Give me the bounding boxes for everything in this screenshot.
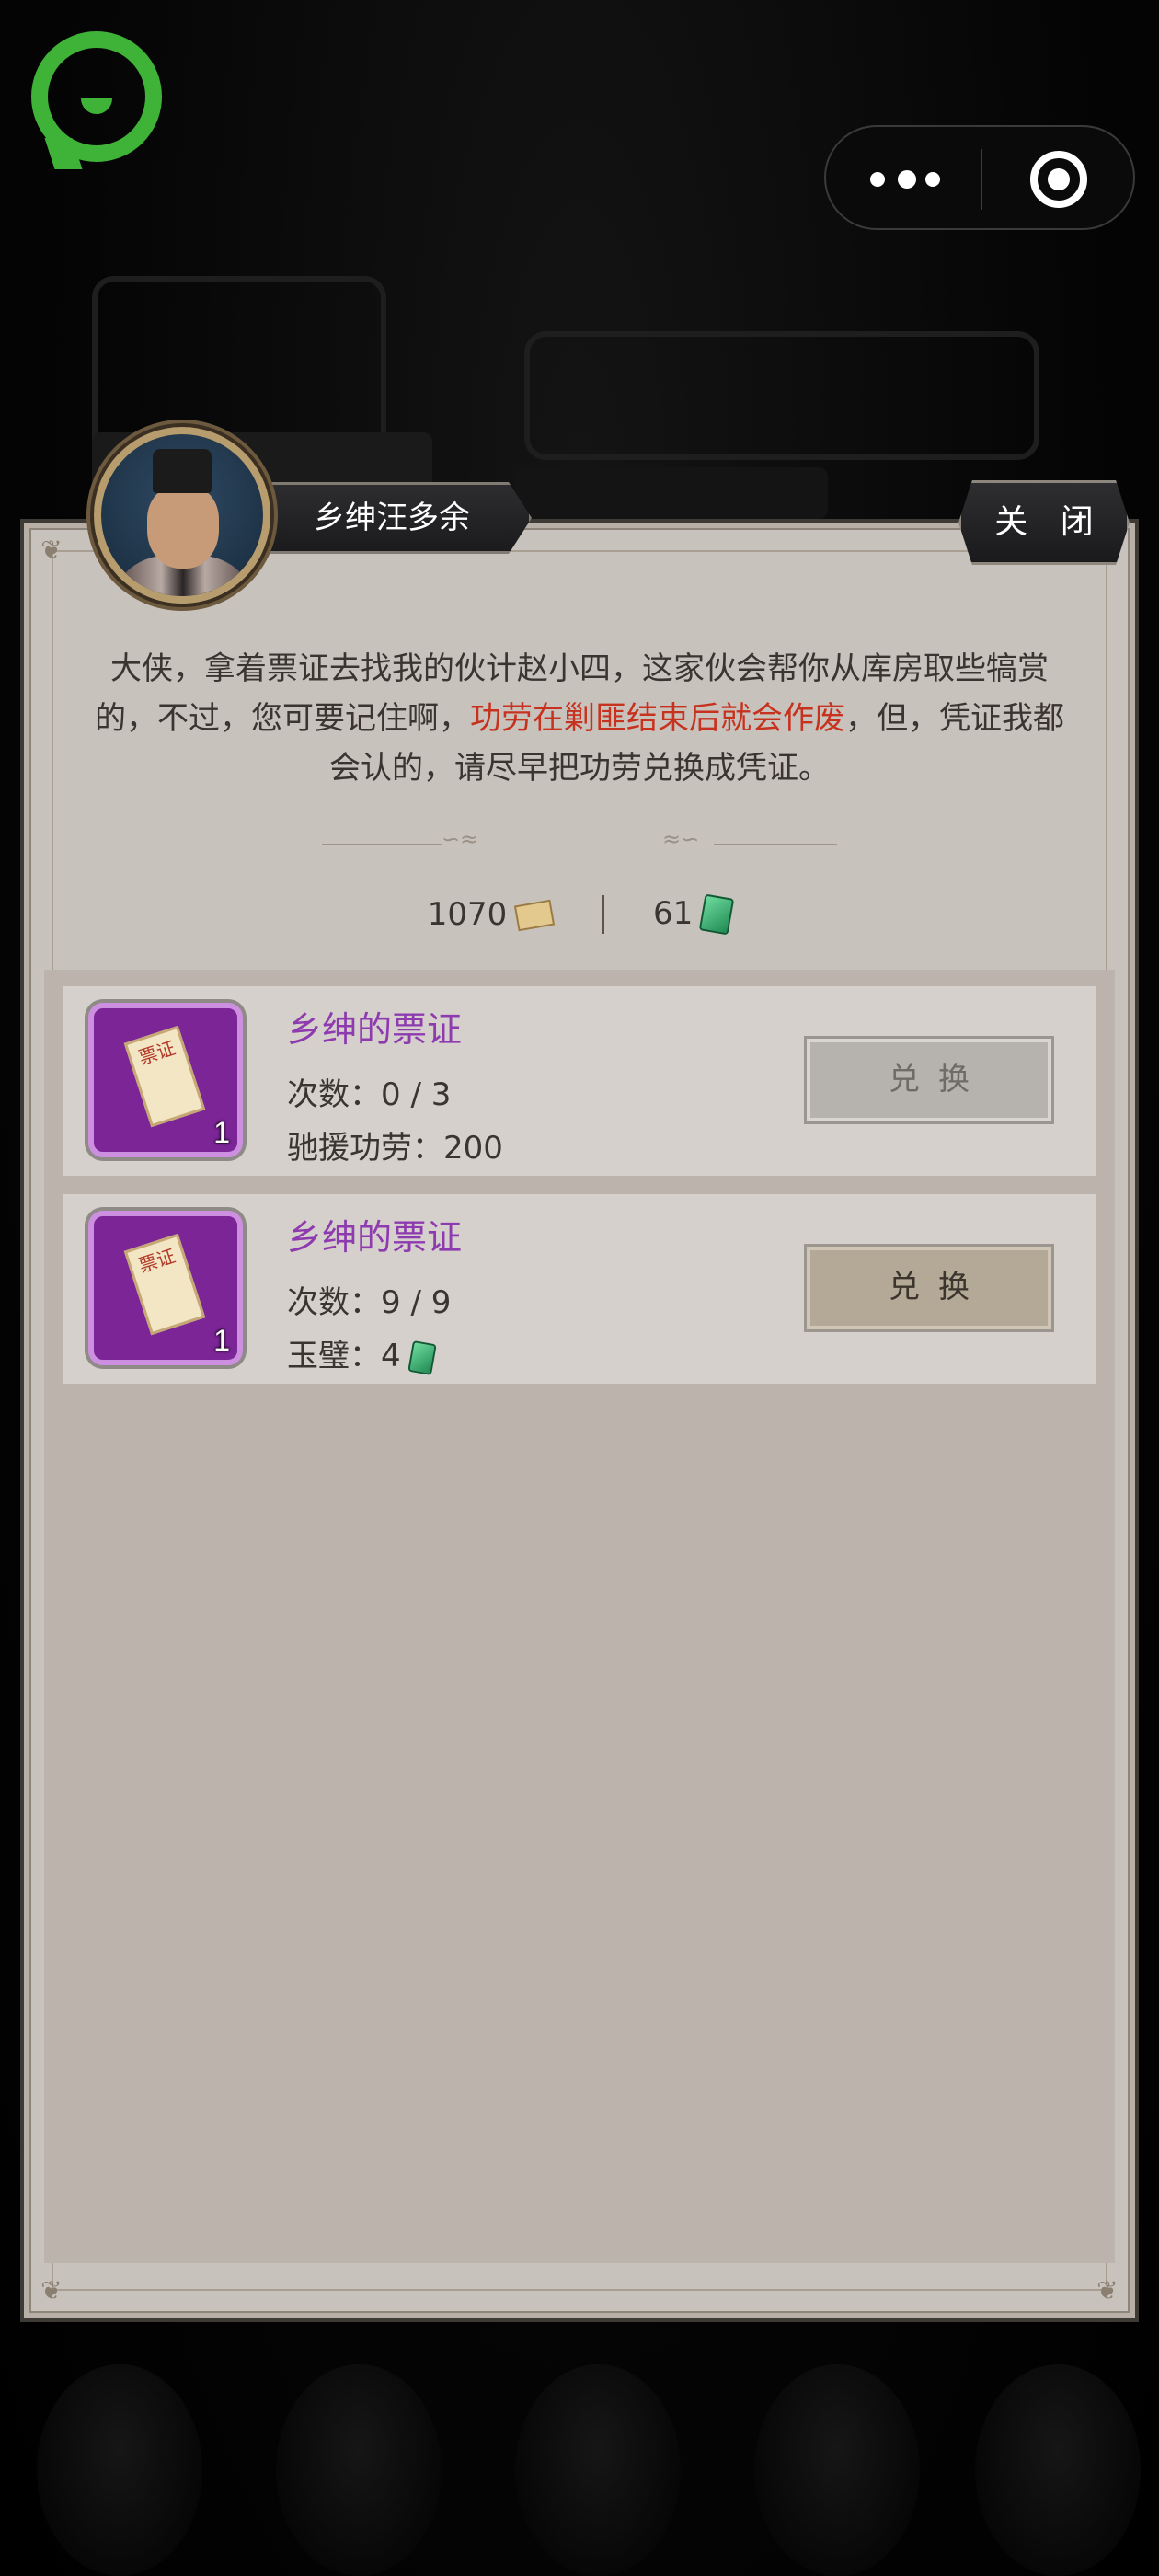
item-icon-box[interactable]: 票证 1 bbox=[88, 1211, 243, 1365]
item-title: 乡绅的票证 bbox=[287, 1009, 463, 1050]
dialogue-warning: 功劳在剿匪结束后就会作废 bbox=[470, 700, 845, 737]
exchange-cost-row: 玉璧：4 bbox=[287, 1330, 437, 1375]
more-dots-icon[interactable] bbox=[870, 164, 944, 195]
logo-smile bbox=[81, 98, 112, 114]
scroll-ornament-icon: ∽≈ bbox=[442, 826, 479, 852]
jade-currency: 61 bbox=[652, 893, 735, 936]
avatar-hat bbox=[153, 449, 212, 493]
item-quantity: 1 bbox=[213, 1116, 230, 1149]
bg-shape bbox=[276, 2364, 442, 2576]
miniprogram-capsule bbox=[824, 125, 1135, 230]
capsule-divider bbox=[981, 149, 982, 210]
exchange-cost: 驰援功劳：200 bbox=[287, 1130, 503, 1167]
bg-shape bbox=[37, 2364, 202, 2576]
list-item: 票证 1 乡绅的票证 次数：9 / 9 玉璧：4 兑换 bbox=[63, 1194, 1096, 1384]
exchange-list: 票证 1 乡绅的票证 次数：0 / 3 驰援功劳：200 兑换 票证 1 乡绅的… bbox=[44, 970, 1115, 2263]
jade-value: 61 bbox=[652, 894, 694, 932]
npc-dialogue: 大侠，拿着票证去找我的伙计赵小四，这家伙会帮你从库房取些犒赏的，不过，您可要记住… bbox=[92, 644, 1067, 793]
item-quantity: 1 bbox=[213, 1324, 230, 1357]
jade-icon bbox=[698, 893, 735, 936]
close-button[interactable]: 关 闭 bbox=[958, 480, 1130, 565]
voucher-paper-icon: 票证 bbox=[123, 1025, 206, 1128]
avatar-face bbox=[147, 486, 219, 569]
exchange-count: 次数：0 / 3 bbox=[287, 1076, 452, 1113]
bg-shape bbox=[515, 2364, 681, 2576]
item-icon-box[interactable]: 票证 1 bbox=[88, 1003, 243, 1157]
bg-shape bbox=[524, 331, 1039, 460]
divider-left: ∽≈ bbox=[322, 826, 497, 856]
merit-value: 1070 bbox=[427, 895, 508, 933]
npc-name-plate: 乡绅汪多余 bbox=[245, 482, 532, 554]
divider-right: ≈∽ bbox=[662, 826, 837, 856]
item-title: 乡绅的票证 bbox=[287, 1217, 463, 1258]
npc-avatar bbox=[94, 427, 270, 604]
exit-target-icon[interactable] bbox=[1030, 151, 1087, 208]
bg-shape bbox=[754, 2364, 920, 2576]
exchange-count: 次数：9 / 9 bbox=[287, 1284, 452, 1321]
currency-bar: 1070 61 bbox=[0, 893, 1159, 936]
currency-separator bbox=[602, 894, 605, 934]
bg-shape bbox=[975, 2364, 1141, 2576]
merit-currency: 1070 bbox=[427, 895, 556, 933]
voucher-paper-icon: 票证 bbox=[123, 1233, 206, 1336]
scroll-ornament-icon: ≈∽ bbox=[662, 826, 700, 852]
exchange-button[interactable]: 兑换 bbox=[804, 1036, 1054, 1124]
exchange-button[interactable]: 兑换 bbox=[804, 1244, 1054, 1332]
miniprogram-logo-icon bbox=[31, 31, 162, 169]
list-item: 票证 1 乡绅的票证 次数：0 / 3 驰援功劳：200 兑换 bbox=[63, 986, 1096, 1176]
bg-shape bbox=[515, 467, 828, 519]
corner-ornament-icon: ❦ bbox=[40, 535, 63, 565]
merit-ticket-icon bbox=[514, 899, 556, 932]
corner-ornament-icon: ❦ bbox=[1096, 2275, 1119, 2306]
exchange-cost: 玉璧：4 bbox=[287, 1338, 401, 1374]
corner-ornament-icon: ❦ bbox=[40, 2275, 63, 2306]
jade-icon bbox=[407, 1340, 437, 1375]
